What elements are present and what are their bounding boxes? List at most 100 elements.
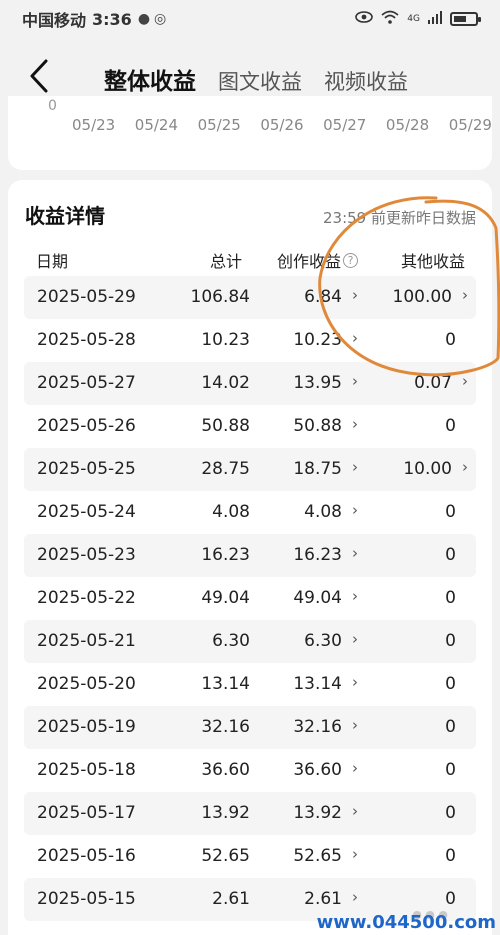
row-total: 52.65	[201, 846, 250, 866]
status-left: 中国移动 3:36 ● ◎	[22, 7, 166, 31]
chevron-right-icon[interactable]: ›	[462, 458, 468, 476]
table-row: 2025-05-23 16.23 16.23 › 0	[24, 534, 476, 577]
chevron-right-icon[interactable]: ›	[462, 286, 468, 304]
row-date: 2025-05-25	[37, 459, 136, 479]
row-creation-income[interactable]: 13.92	[293, 803, 342, 823]
table-row: 2025-05-19 32.16 32.16 › 0	[24, 706, 476, 749]
row-date: 2025-05-29	[37, 287, 136, 307]
x-tick-label: 05/24	[134, 116, 179, 134]
status-bar: 中国移动 3:36 ● ◎ 4G	[0, 0, 500, 38]
column-header-creation-label: 创作收益	[276, 252, 341, 271]
chevron-right-icon[interactable]: ›	[352, 372, 358, 390]
row-other-income: 0	[445, 846, 456, 866]
row-date: 2025-05-21	[37, 631, 136, 651]
table-header: 日期 总计 创作收益 ? 其他收益	[8, 244, 492, 274]
x-tick-label: 05/26	[260, 116, 304, 134]
row-total: 10.23	[201, 330, 250, 350]
row-creation-income[interactable]: 50.88	[293, 416, 342, 436]
row-creation-income[interactable]: 6.84	[304, 287, 342, 307]
details-title: 收益详情	[25, 204, 105, 228]
row-other-income[interactable]: 0.07	[414, 373, 452, 393]
row-total: 32.16	[201, 717, 250, 737]
chevron-right-icon[interactable]: ›	[352, 888, 358, 906]
chart-card: 0 05/23 05/24 05/25 05/26 05/27 05/28 05…	[8, 96, 492, 170]
row-date: 2025-05-19	[37, 717, 136, 737]
row-other-income: 0	[445, 588, 456, 608]
tab-bar: 整体收益 图文收益 视频收益	[104, 62, 408, 96]
row-date: 2025-05-18	[37, 760, 136, 780]
row-other-income: 0	[445, 760, 456, 780]
x-tick-label: 05/29	[448, 116, 492, 134]
row-other-income: 0	[445, 502, 456, 522]
chevron-right-icon[interactable]: ›	[352, 630, 358, 648]
row-other-income: 0	[445, 674, 456, 694]
row-date: 2025-05-15	[37, 889, 136, 909]
watermark-text: www.044500.com	[316, 912, 496, 933]
tab-article-income[interactable]: 图文收益	[218, 66, 302, 96]
table-row: 2025-05-27 14.02 13.95 › 0.07 ›	[24, 362, 476, 405]
row-creation-income[interactable]: 52.65	[293, 846, 342, 866]
tab-video-income[interactable]: 视频收益	[324, 66, 408, 96]
wechat-icon: ●	[137, 11, 151, 27]
row-date: 2025-05-28	[37, 330, 136, 350]
table-row: 2025-05-25 28.75 18.75 › 10.00 ›	[24, 448, 476, 491]
network-type: 4G	[407, 14, 420, 24]
row-creation-income[interactable]: 13.95	[293, 373, 342, 393]
row-total: 6.30	[212, 631, 250, 651]
row-total: 49.04	[201, 588, 250, 608]
row-creation-income[interactable]: 2.61	[304, 889, 342, 909]
help-icon[interactable]: ?	[343, 252, 358, 268]
chevron-right-icon[interactable]: ›	[352, 544, 358, 562]
row-other-income: 0	[445, 803, 456, 823]
column-header-other: 其他收益	[400, 252, 465, 271]
row-creation-income[interactable]: 13.14	[293, 674, 342, 694]
chevron-right-icon[interactable]: ›	[352, 587, 358, 605]
status-right: 4G	[355, 10, 481, 28]
row-total: 14.02	[201, 373, 250, 393]
table-row: 2025-05-24 4.08 4.08 › 0	[24, 491, 476, 534]
signal-icon	[428, 10, 442, 28]
table-row: 2025-05-26 50.88 50.88 › 0	[24, 405, 476, 448]
chevron-right-icon[interactable]: ›	[352, 458, 358, 476]
row-total: 16.23	[201, 545, 250, 565]
chevron-right-icon[interactable]: ›	[352, 673, 358, 691]
row-other-income: 0	[445, 545, 456, 565]
row-total: 28.75	[201, 459, 250, 479]
table-row: 2025-05-28 10.23 10.23 › 0	[24, 319, 476, 362]
row-total: 36.60	[201, 760, 250, 780]
chevron-right-icon[interactable]: ›	[352, 501, 358, 519]
row-creation-income[interactable]: 18.75	[293, 459, 342, 479]
table-row: 2025-05-17 13.92 13.92 › 0	[24, 792, 476, 835]
row-creation-income[interactable]: 36.60	[293, 760, 342, 780]
chevron-right-icon[interactable]: ›	[352, 286, 358, 304]
chevron-right-icon[interactable]: ›	[352, 716, 358, 734]
income-details-card: 收益详情 23:59 前更新昨日数据 日期 总计 创作收益 ? 其他收益 202…	[8, 180, 492, 935]
row-other-income: 0	[445, 631, 456, 651]
row-other-income: 0	[445, 889, 456, 909]
chevron-right-icon[interactable]: ›	[352, 845, 358, 863]
row-creation-income[interactable]: 10.23	[293, 330, 342, 350]
tab-overall-income[interactable]: 整体收益	[104, 62, 196, 96]
chevron-right-icon[interactable]: ›	[352, 759, 358, 777]
back-button[interactable]	[24, 56, 54, 96]
chevron-right-icon[interactable]: ›	[462, 372, 468, 390]
row-date: 2025-05-27	[37, 373, 136, 393]
row-creation-income[interactable]: 32.16	[293, 717, 342, 737]
row-date: 2025-05-26	[37, 416, 136, 436]
chevron-right-icon[interactable]: ›	[352, 329, 358, 347]
row-date: 2025-05-24	[37, 502, 136, 522]
chevron-right-icon[interactable]: ›	[352, 802, 358, 820]
row-other-income[interactable]: 10.00	[403, 459, 452, 479]
table-row: 2025-05-18 36.60 36.60 › 0	[24, 749, 476, 792]
row-creation-income[interactable]: 4.08	[304, 502, 342, 522]
row-creation-income[interactable]: 16.23	[293, 545, 342, 565]
wifi-icon	[381, 10, 399, 28]
row-total: 13.14	[201, 674, 250, 694]
row-date: 2025-05-17	[37, 803, 136, 823]
x-axis: 05/23 05/24 05/25 05/26 05/27 05/28 05/2…	[72, 116, 492, 134]
row-creation-income[interactable]: 6.30	[304, 631, 342, 651]
row-other-income[interactable]: 100.00	[393, 287, 452, 307]
chevron-right-icon[interactable]: ›	[352, 415, 358, 433]
row-creation-income[interactable]: 49.04	[293, 588, 342, 608]
row-other-income: 0	[445, 717, 456, 737]
